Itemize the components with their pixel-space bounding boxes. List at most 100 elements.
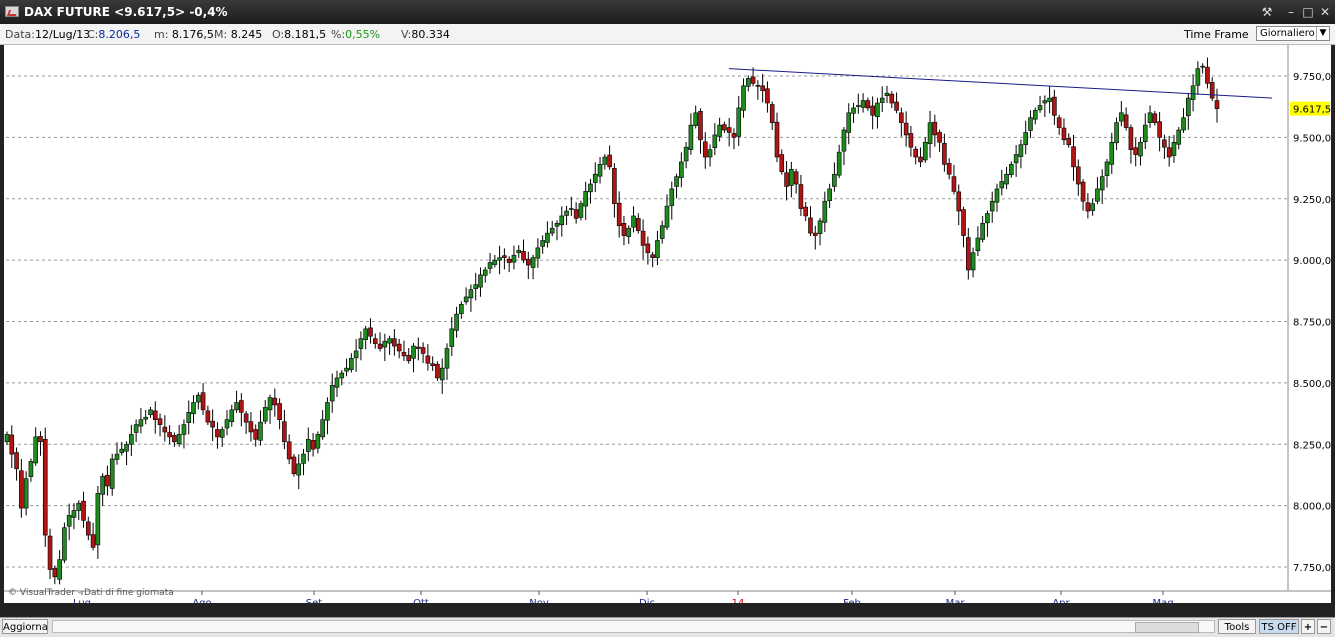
candle-body xyxy=(506,258,512,263)
candle-body xyxy=(956,191,962,212)
maximize-icon[interactable]: □ xyxy=(1301,5,1315,19)
candle-body xyxy=(167,432,172,438)
candle-body xyxy=(1099,176,1105,191)
candle-body xyxy=(339,372,345,379)
candle-body xyxy=(822,200,828,223)
candle-body xyxy=(377,343,383,349)
candle-body xyxy=(1119,112,1124,122)
candle-body xyxy=(1032,110,1038,120)
candle-body xyxy=(698,111,703,141)
candle-body xyxy=(200,392,206,411)
zoom-in-button[interactable]: + xyxy=(1301,619,1315,634)
tools-button[interactable]: Tools xyxy=(1218,619,1256,634)
candle-body xyxy=(291,456,297,475)
candle-body xyxy=(420,347,426,354)
y-tick-label: 8.250,0 xyxy=(1293,440,1331,451)
candle-body xyxy=(306,439,311,452)
candle-body xyxy=(229,409,235,422)
candle-body xyxy=(1205,66,1210,84)
candle-body xyxy=(569,208,574,210)
candle-body xyxy=(66,515,72,527)
x-tick-label: Mar xyxy=(946,598,966,603)
candle-body xyxy=(358,338,364,349)
candle-body xyxy=(114,453,120,460)
candle-body xyxy=(1009,164,1014,175)
candle-body xyxy=(970,252,976,271)
y-tick-label: 9.750,0 xyxy=(1293,72,1331,83)
candle-body xyxy=(258,421,263,441)
candle-body xyxy=(105,474,110,487)
candle-body xyxy=(966,237,971,271)
candle-body xyxy=(191,402,196,415)
candle-body xyxy=(989,200,995,212)
candle-body xyxy=(669,188,675,206)
candle-body xyxy=(86,521,91,536)
candle-body xyxy=(81,500,86,521)
candle-body xyxy=(769,104,775,123)
candle-body xyxy=(329,385,335,402)
candle-body xyxy=(492,259,498,265)
candle-body xyxy=(1023,132,1028,146)
candle-body xyxy=(870,105,875,116)
ts-off-button[interactable]: TS OFF xyxy=(1259,619,1299,634)
candle-body xyxy=(1142,124,1148,143)
x-tick-label: Apr xyxy=(1052,598,1070,603)
candle-body xyxy=(674,176,679,187)
candle-body xyxy=(631,215,636,228)
candle-body xyxy=(994,188,1000,203)
candle-body xyxy=(210,420,215,428)
candle-body xyxy=(1013,154,1019,164)
candle-body xyxy=(19,470,24,509)
candle-body xyxy=(755,85,761,87)
y-tick-label: 9.000,0 xyxy=(1293,256,1331,267)
candle-body xyxy=(286,441,292,460)
minimize-icon[interactable]: – xyxy=(1284,5,1298,19)
candle-body xyxy=(172,435,177,443)
candle-body xyxy=(922,141,928,161)
candle-body xyxy=(62,527,67,561)
candle-body xyxy=(1147,112,1153,123)
candle-body xyxy=(1123,114,1129,128)
watermark: © VisualTrader - Dati di fine giornata xyxy=(8,588,174,598)
candle-body xyxy=(554,223,560,227)
candle-body xyxy=(1214,100,1220,109)
candle-body xyxy=(1066,138,1072,146)
x-tick-label: Mag xyxy=(1152,598,1173,603)
candle-body xyxy=(707,149,713,158)
candle-body xyxy=(621,223,627,236)
candle-body xyxy=(224,419,230,429)
candle-body xyxy=(9,434,15,455)
candle-body xyxy=(14,452,19,470)
candle-body xyxy=(42,439,48,536)
candle-body xyxy=(435,363,440,379)
update-button[interactable]: Aggiorna xyxy=(2,619,48,634)
open-readout: O:8.181,5 xyxy=(272,28,327,41)
pct-readout: %:0,55% xyxy=(331,28,381,41)
candle-body xyxy=(679,161,684,178)
candle-body xyxy=(459,304,464,314)
candle-body xyxy=(645,243,651,254)
candle-body xyxy=(1162,139,1167,148)
candle-body xyxy=(296,463,302,476)
candle-body xyxy=(1076,166,1081,185)
candle-body xyxy=(152,410,158,420)
candle-body xyxy=(712,134,718,148)
candle-body xyxy=(368,327,373,337)
timeframe-select[interactable]: Giornaliero ▼ xyxy=(1256,26,1330,41)
close-icon[interactable]: ✕ xyxy=(1318,5,1332,19)
candle-body xyxy=(482,269,488,276)
candle-body xyxy=(530,257,536,268)
candle-body xyxy=(664,205,670,228)
x-tick-label: Ott xyxy=(413,598,429,603)
tools-icon[interactable]: ⚒ xyxy=(1260,5,1274,19)
zoom-out-button[interactable]: − xyxy=(1317,619,1331,634)
app-icon xyxy=(5,6,19,17)
scroll-thumb[interactable] xyxy=(1135,622,1199,633)
candle-body xyxy=(1037,105,1043,111)
candle-body xyxy=(1171,141,1177,156)
candle-body xyxy=(301,453,306,464)
candle-body xyxy=(1200,65,1205,68)
horizontal-scrollbar[interactable] xyxy=(52,620,1215,633)
candlestick-chart[interactable]: 9.750,0 9.500,0 9.250,0 9.000,0 8.750,0 8.500… xyxy=(4,45,1331,609)
chart-svg: 9.750,0 9.500,0 9.250,0 9.000,0 8.750,0 8.500… xyxy=(4,45,1331,609)
